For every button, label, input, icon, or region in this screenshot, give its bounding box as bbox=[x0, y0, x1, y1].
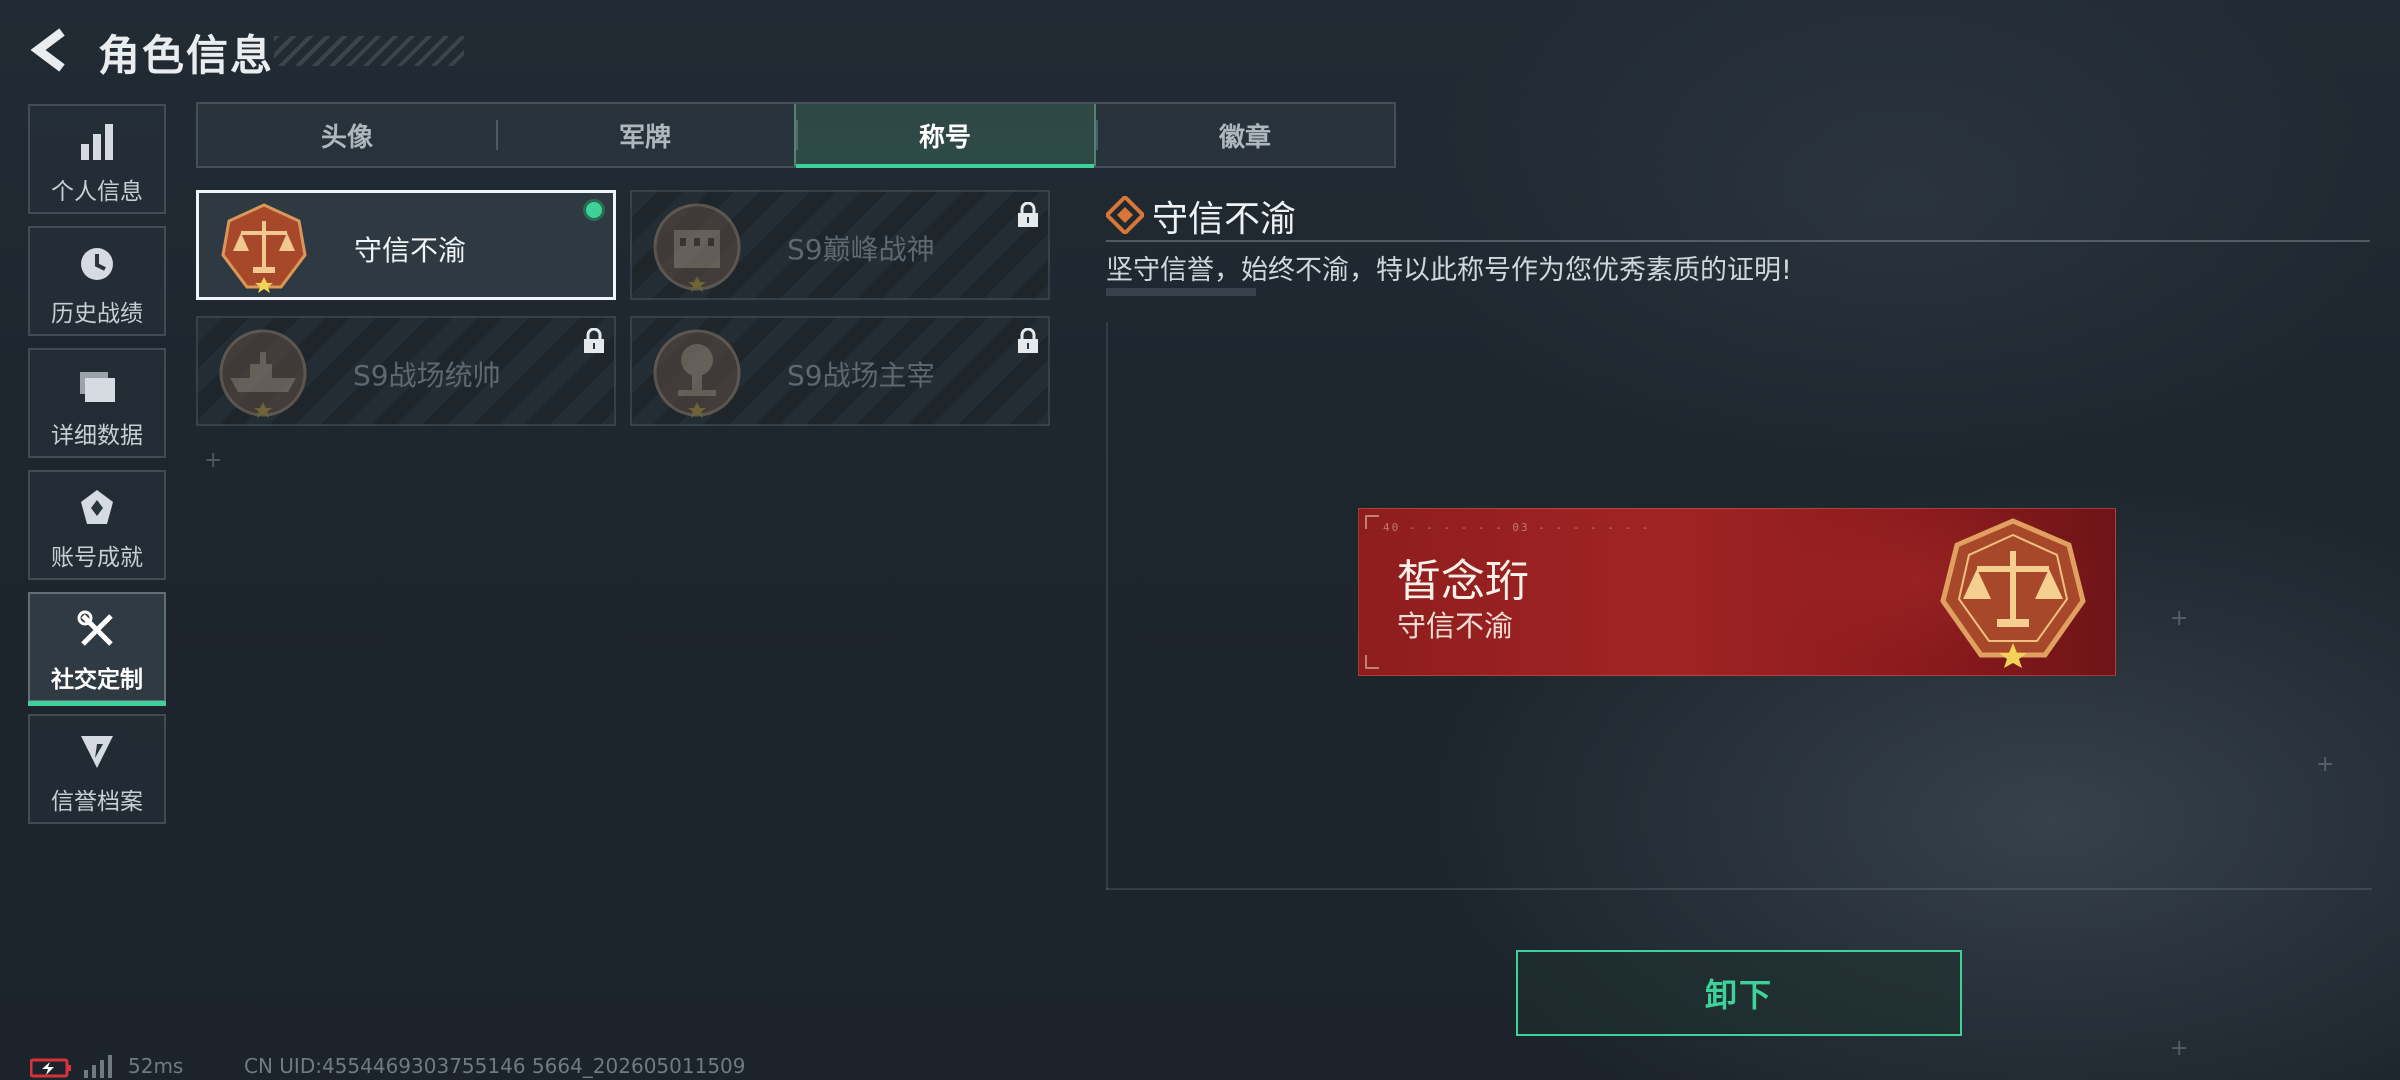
back-arrow-icon bbox=[30, 28, 65, 72]
corner-mark bbox=[1365, 515, 1379, 529]
lock-icon bbox=[584, 328, 604, 353]
equipped-indicator bbox=[583, 199, 605, 221]
tab-badge[interactable]: 徽章 bbox=[1096, 104, 1394, 166]
ping-readout: 52ms bbox=[128, 1054, 184, 1078]
sidebar-item-detailed-data[interactable]: 详细数据 bbox=[28, 348, 166, 458]
reputation-icon bbox=[30, 730, 164, 774]
unequip-button[interactable]: 卸下 bbox=[1516, 950, 1962, 1036]
folder-icon bbox=[30, 364, 164, 408]
history-icon bbox=[30, 242, 164, 286]
sidebar-item-label: 信誉档案 bbox=[51, 789, 143, 815]
title-card-shouxin[interactable]: 守信不渝 bbox=[196, 190, 616, 300]
battery-icon bbox=[30, 1058, 71, 1078]
sidebar-item-reputation[interactable]: 信誉档案 bbox=[28, 714, 166, 824]
signal-icon bbox=[84, 1055, 112, 1078]
building-medal-icon bbox=[653, 203, 741, 292]
tab-avatar[interactable]: 头像 bbox=[198, 104, 496, 166]
sidebar-item-label: 详细数据 bbox=[51, 423, 143, 449]
title-card-s9-peak[interactable]: S9巅峰战神 bbox=[630, 190, 1050, 300]
title-card-name: S9巅峰战神 bbox=[787, 233, 935, 266]
detail-decoration bbox=[1106, 288, 1256, 296]
nameplate-player-name: 皙念珩 bbox=[1397, 556, 1529, 607]
lock-icon bbox=[1018, 328, 1038, 353]
nameplate-title: 守信不渝 bbox=[1397, 609, 1514, 643]
title-card-s9-commander[interactable]: S9战场统帅 bbox=[196, 316, 616, 426]
sidebar-item-label: 个人信息 bbox=[51, 179, 143, 205]
title-diamond-icon bbox=[1106, 196, 1144, 234]
sidebar-item-achievements[interactable]: 账号成就 bbox=[28, 470, 166, 580]
sidebar-item-label: 账号成就 bbox=[51, 545, 143, 571]
detail-title: 守信不渝 bbox=[1152, 199, 1297, 240]
page-title: 角色信息 bbox=[98, 31, 275, 80]
corner-mark bbox=[1365, 655, 1379, 669]
sidebar-item-label: 历史战绩 bbox=[51, 301, 143, 327]
tab-dog-tag[interactable]: 军牌 bbox=[496, 104, 794, 166]
tab-title[interactable]: 称号 bbox=[794, 104, 1096, 168]
header: 角色信息 bbox=[26, 18, 466, 82]
detail-description: 坚守信誉，始终不渝，特以此称号作为您优秀素质的证明! bbox=[1106, 255, 1792, 286]
sidebar-item-history[interactable]: 历史战绩 bbox=[28, 226, 166, 336]
background-crosshair: + bbox=[2170, 1036, 2189, 1061]
back-button[interactable] bbox=[26, 26, 74, 74]
title-card-name: S9战场统帅 bbox=[353, 359, 501, 392]
background-crosshair: + bbox=[204, 448, 223, 473]
title-card-name: 守信不渝 bbox=[354, 234, 467, 267]
uid-readout: CN UID:4554469303755146 5664_20260501150… bbox=[244, 1054, 746, 1078]
achievement-icon bbox=[30, 486, 164, 530]
title-card-s9-dominator[interactable]: S9战场主宰 bbox=[630, 316, 1050, 426]
bar-chart-icon bbox=[30, 120, 164, 164]
divider bbox=[1106, 888, 2372, 890]
scales-medal-icon bbox=[221, 203, 307, 293]
scales-medal-icon bbox=[1940, 518, 2086, 668]
tools-icon bbox=[30, 608, 164, 652]
sidebar-item-label: 社交定制 bbox=[51, 667, 143, 693]
tab-bar: 头像 军牌 称号 徽章 bbox=[196, 102, 1396, 168]
explosion-medal-icon bbox=[653, 329, 741, 418]
unequip-label: 卸下 bbox=[1704, 976, 1773, 1014]
nameplate-preview: 40 - - - - - - 03 - - - - - - - 皙念珩 守信不渝 bbox=[1358, 508, 2116, 676]
sidebar-item-personal-info[interactable]: 个人信息 bbox=[28, 104, 166, 214]
title-card-name: S9战场主宰 bbox=[787, 359, 935, 392]
title-decoration bbox=[274, 36, 464, 66]
nameplate-decoration: 40 - - - - - - 03 - - - - - - - bbox=[1383, 521, 1651, 534]
ship-medal-icon bbox=[219, 329, 307, 418]
sidebar-item-social-custom[interactable]: 社交定制 bbox=[28, 592, 166, 706]
divider bbox=[1106, 240, 2370, 242]
lock-icon bbox=[1018, 202, 1038, 227]
